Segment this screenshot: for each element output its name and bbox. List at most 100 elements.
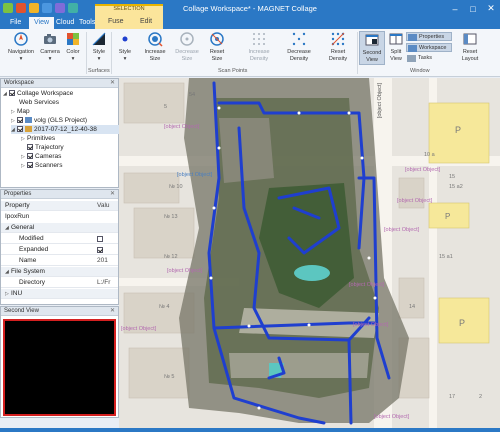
maximize-button[interactable]: □	[464, 0, 482, 17]
tree-item-scanners[interactable]: ▷ Scanners	[21, 161, 62, 170]
tree-item-collage-workspace[interactable]: ◢ Collage Workspace	[3, 89, 73, 98]
surfaces-style-button[interactable]: Style ▾	[88, 31, 110, 62]
second-view-button[interactable]: Second View	[359, 31, 385, 65]
reset-layout-button[interactable]: Reset Layout	[458, 31, 482, 62]
group-separator	[357, 32, 358, 74]
tab-file[interactable]: File	[5, 17, 26, 29]
camera-button[interactable]: Camera ▾	[38, 31, 62, 62]
workspace-icon	[408, 45, 417, 52]
svg-text:№ 10: № 10	[169, 184, 183, 190]
decrease-size-icon	[180, 32, 194, 46]
svg-text:2: 2	[479, 394, 482, 400]
svg-text:5: 5	[164, 104, 167, 110]
checkbox[interactable]	[27, 162, 33, 168]
parking-lots: P P P	[428, 102, 490, 344]
panel-close-icon[interactable]: ✕	[110, 307, 115, 316]
svg-text:№ 12: № 12	[164, 254, 178, 260]
poi-label: [object Object]	[177, 172, 213, 178]
property-modified: Modified	[1, 234, 118, 244]
decrease-size-button[interactable]: Decrease Size	[172, 31, 202, 62]
minimize-button[interactable]: –	[446, 0, 464, 17]
svg-text:10 а: 10 а	[424, 152, 436, 158]
poi-label: [object Object]	[374, 414, 410, 420]
checkbox[interactable]	[27, 153, 33, 159]
ribbon-tab-row: File View Cloud Tools	[0, 17, 500, 29]
poi-label: [object Object]	[167, 268, 203, 274]
street-label: [object Object]	[377, 83, 383, 119]
poi-label: [object Object]	[405, 167, 441, 173]
close-button[interactable]: ✕	[482, 0, 500, 17]
map-viewport[interactable]: P P P [object Object] [object Object] [o…	[119, 78, 500, 428]
checkbox[interactable]	[17, 126, 23, 132]
tab-fuse[interactable]: Fuse	[108, 18, 124, 25]
project-icon	[25, 117, 32, 123]
panel-close-icon[interactable]: ✕	[110, 190, 115, 199]
tree-item-map[interactable]: ▷ Map	[11, 107, 30, 116]
camera-icon	[44, 34, 56, 44]
property-checkbox[interactable]	[97, 247, 103, 253]
poi-label: [object Object]	[121, 326, 157, 332]
svg-text:17: 17	[449, 394, 455, 400]
title-bar: Collage Workspace* - MAGNET Collage – □ …	[0, 0, 500, 17]
increase-size-icon	[148, 32, 163, 47]
tasks-icon	[407, 55, 416, 62]
decrease-density-button[interactable]: Decrease Density	[281, 31, 317, 62]
points-style-button[interactable]: Style ▾	[114, 31, 136, 62]
window-group-label: Window	[410, 68, 430, 74]
svg-text:№ 5: № 5	[164, 374, 175, 380]
svg-text:15: 15	[449, 174, 455, 180]
tree-item-run[interactable]: ◢ 2017-07-12_12-40-38	[11, 125, 119, 134]
tree-item-cameras[interactable]: ▷ Cameras	[21, 152, 61, 161]
svg-text:15 а2: 15 а2	[449, 184, 463, 190]
property-category-inu[interactable]: ▷ INU	[1, 289, 118, 299]
split-view-icon	[389, 33, 403, 45]
increase-density-button[interactable]: Increase Density	[242, 31, 276, 62]
navigation-icon	[14, 32, 28, 46]
properties-panel-header: Properties ✕	[1, 190, 118, 199]
poi-label: [object Object]	[384, 227, 420, 233]
reset-size-button[interactable]: Reset Size	[204, 31, 230, 62]
ribbon: Navigation ▾ Camera ▾ Color ▾ Style ▾ Surfac…	[0, 29, 500, 77]
context-group-label: SELECTION	[113, 6, 145, 12]
selection-context-tab-group: SELECTION Fuse Edit	[95, 4, 163, 29]
property-expanded: Expanded	[1, 245, 118, 255]
second-view-viewport[interactable]	[3, 319, 116, 416]
second-view-panel-header: Second View ✕	[1, 307, 118, 316]
color-button[interactable]: Color ▾	[63, 31, 83, 62]
increase-size-button[interactable]: Increase Size	[139, 31, 171, 62]
properties-object-name: IpoxRun	[5, 213, 30, 220]
tasks-toggle[interactable]: Tasks	[406, 54, 452, 63]
checkbox[interactable]	[9, 90, 15, 96]
split-view-button[interactable]: Split View	[387, 31, 405, 62]
navigation-button[interactable]: Navigation ▾	[4, 31, 38, 62]
svg-text:№ 13: № 13	[164, 214, 178, 220]
panel-close-icon[interactable]: ✕	[110, 79, 115, 88]
checkbox[interactable]	[27, 144, 33, 150]
group-separator	[86, 32, 87, 74]
reset-size-icon	[210, 32, 224, 46]
second-view-icon	[365, 34, 379, 46]
status-bar	[0, 428, 500, 432]
properties-column-header: Property Valu	[1, 201, 118, 211]
workspace-toggle[interactable]: Workspace	[406, 43, 452, 52]
tree-item-web-services[interactable]: Web Services	[19, 98, 59, 107]
property-category-general[interactable]: ◢ General	[1, 223, 118, 233]
parking-label: P	[445, 212, 450, 221]
tree-item-trajectory[interactable]: Trajectory	[27, 143, 64, 152]
checkbox[interactable]	[17, 117, 23, 123]
property-checkbox[interactable]	[97, 236, 103, 242]
svg-text:15 а1: 15 а1	[439, 254, 453, 260]
properties-toggle[interactable]: Properties	[406, 32, 452, 41]
tab-edit[interactable]: Edit	[140, 18, 152, 25]
reset-density-button[interactable]: Reset Density	[322, 31, 354, 62]
tree-item-primitives[interactable]: ▷ Primitives	[21, 134, 55, 143]
surfaces-group-label: Surfaces	[88, 68, 110, 74]
map-canvas: P P P [object Object] [object Object] [o…	[119, 78, 500, 428]
properties-icon	[408, 34, 417, 41]
parking-label: P	[459, 318, 465, 328]
property-category-file-system[interactable]: ◢ File System	[1, 267, 118, 277]
poi-label: [object Object]	[349, 282, 385, 288]
tree-item-gls-project[interactable]: ▷ volg (GLS Project)	[11, 116, 87, 125]
parking-label: P	[455, 125, 461, 135]
svg-text:№ 4: № 4	[159, 304, 170, 310]
